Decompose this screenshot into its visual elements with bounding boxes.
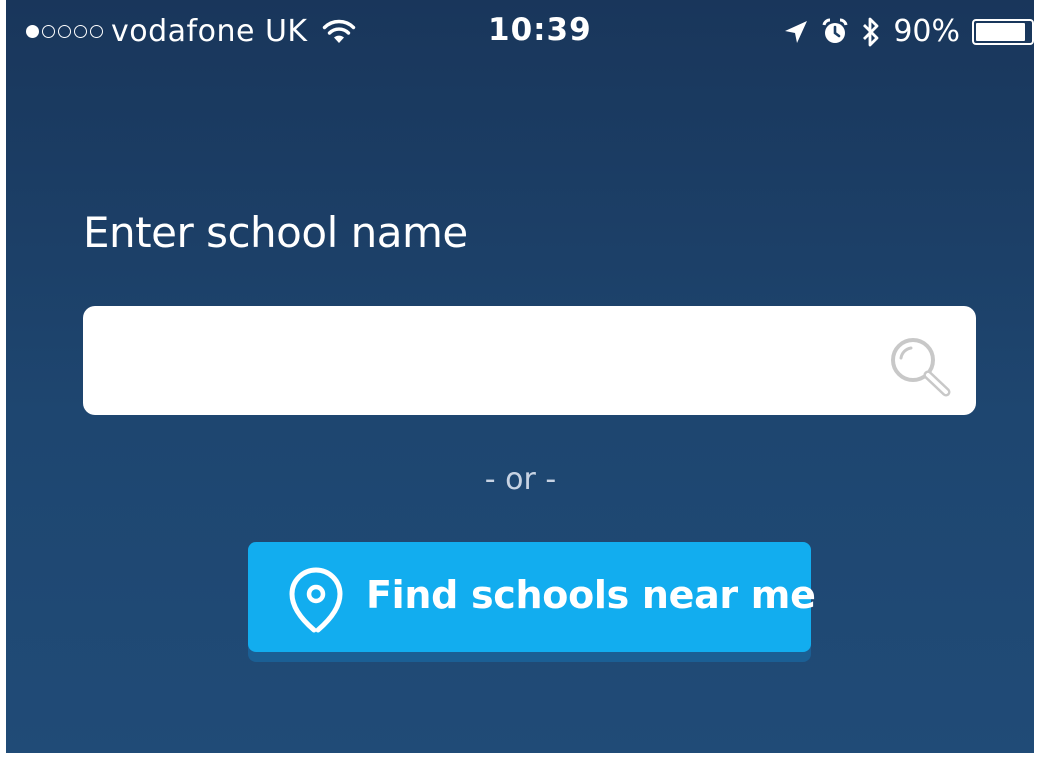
school-name-input[interactable] [103,306,887,417]
battery-level [976,22,1025,41]
school-search-field[interactable] [83,306,976,417]
status-indicators: 90% [783,14,1039,49]
carrier-name: vodafone UK [111,14,308,49]
frame-edge-bottom [0,753,1041,758]
battery-icon [972,18,1039,45]
signal-dot [42,25,55,38]
battery-percentage: 90% [893,14,960,49]
search-prompt-label: Enter school name [83,208,468,257]
signal-dot [90,25,103,38]
signal-dot [26,25,39,38]
wifi-icon [322,19,355,43]
signal-dot [74,25,87,38]
frame-edge-right [1034,0,1041,758]
bluetooth-icon [863,17,879,46]
status-bar: vodafone UK 10:39 90% [20,8,1039,56]
location-pin-icon [289,567,343,633]
or-divider: - or - [484,462,557,497]
signal-strength-icon [26,25,103,38]
find-schools-label: Find schools near me [366,573,816,617]
find-schools-near-me-button[interactable]: Find schools near me [248,542,816,652]
alarm-icon [822,18,848,43]
signal-dot [58,25,71,38]
status-time: 10:39 [488,12,592,48]
screen: vodafone UK 10:39 90% Enter school name … [0,0,1041,758]
carrier-group: vodafone UK [26,14,356,49]
location-arrow-icon [785,20,808,43]
search-icon[interactable] [886,334,956,398]
frame-edge-left [0,0,6,758]
